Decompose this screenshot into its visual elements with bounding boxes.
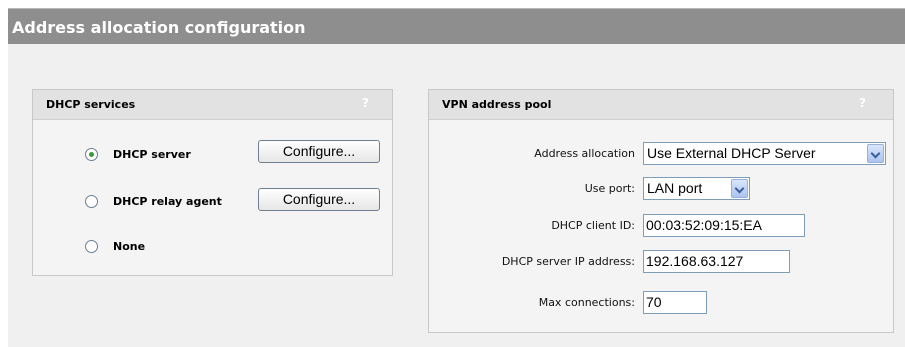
use-port-label: Use port: bbox=[584, 182, 635, 195]
dhcp-server-ip-label: DHCP server IP address: bbox=[501, 255, 635, 268]
address-allocation-label: Address allocation bbox=[534, 147, 635, 160]
use-port-value: LAN port bbox=[647, 180, 703, 196]
vpn-address-pool-title: VPN address pool bbox=[442, 98, 552, 111]
radio-option-dhcp-server[interactable]: DHCP server bbox=[85, 145, 245, 167]
address-allocation-value: Use External DHCP Server bbox=[647, 145, 816, 161]
dhcp-server-radio[interactable] bbox=[85, 148, 98, 161]
dhcp-client-id-field[interactable]: 00:03:52:09:15:EA bbox=[643, 214, 805, 237]
use-port-select[interactable]: LAN port bbox=[643, 177, 750, 200]
page-title-bar: Address allocation configuration bbox=[8, 8, 905, 44]
vpn-address-pool-panel: VPN address pool ? Address allocation Us… bbox=[428, 89, 894, 333]
dhcp-relay-agent-radio[interactable] bbox=[85, 195, 98, 208]
dhcp-client-id-label: DHCP client ID: bbox=[551, 219, 635, 232]
dhcp-server-ip-field[interactable]: 192.168.63.127 bbox=[643, 250, 790, 273]
page-title: Address allocation configuration bbox=[12, 18, 306, 37]
dhcp-services-header: DHCP services ? bbox=[33, 90, 392, 120]
help-icon[interactable]: ? bbox=[362, 96, 369, 110]
chevron-down-icon[interactable] bbox=[731, 179, 748, 198]
radio-option-none[interactable]: None bbox=[85, 237, 205, 259]
dhcp-services-panel: DHCP services ? DHCP server Configure...… bbox=[32, 89, 393, 276]
chevron-down-icon[interactable] bbox=[867, 144, 884, 163]
address-allocation-select[interactable]: Use External DHCP Server bbox=[643, 142, 886, 165]
dhcp-relay-agent-label: DHCP relay agent bbox=[113, 195, 222, 208]
vpn-address-pool-header: VPN address pool ? bbox=[429, 90, 893, 120]
dhcp-services-title: DHCP services bbox=[46, 98, 136, 111]
help-icon[interactable]: ? bbox=[859, 96, 866, 110]
none-radio[interactable] bbox=[85, 240, 98, 253]
radio-option-dhcp-relay-agent[interactable]: DHCP relay agent bbox=[85, 192, 255, 214]
max-connections-label: Max connections: bbox=[538, 296, 635, 309]
dhcp-server-configure-button[interactable]: Configure... bbox=[258, 140, 380, 163]
dhcp-relay-configure-button[interactable]: Configure... bbox=[258, 188, 380, 211]
none-label: None bbox=[113, 240, 146, 253]
max-connections-field[interactable]: 70 bbox=[643, 291, 707, 314]
dhcp-server-label: DHCP server bbox=[113, 148, 191, 161]
